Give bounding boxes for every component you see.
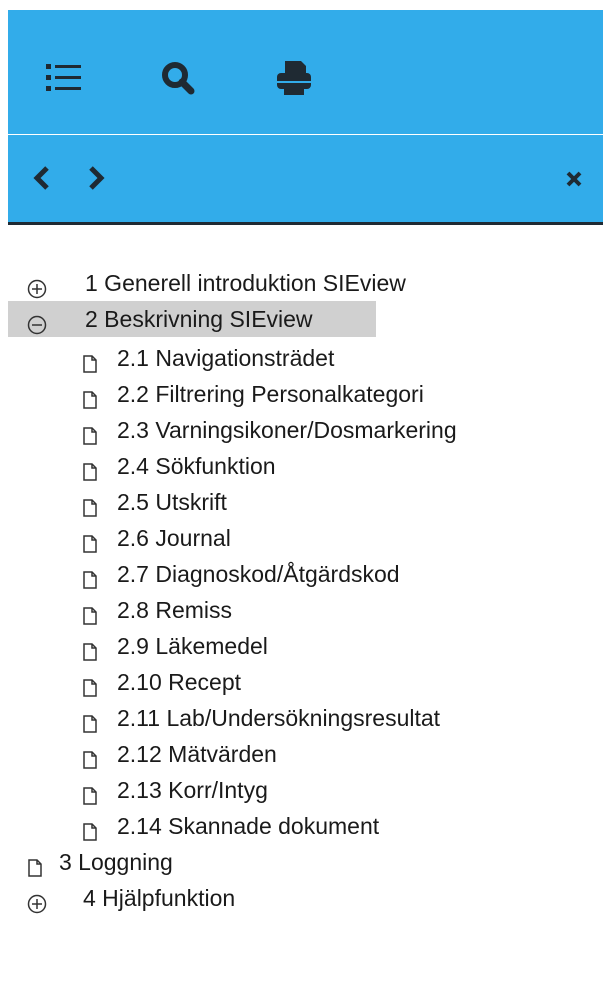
chevron-right-icon [89,166,105,190]
document-icon [80,420,100,445]
tree-item-label: 2.9 Läkemedel [117,633,268,659]
previous-button[interactable] [28,163,58,193]
print-icon [277,61,311,95]
navigation-bar [8,135,603,225]
tree-item-label: 2.13 Korr/Intyg [117,777,268,803]
document-icon [80,348,100,373]
document-icon [80,816,100,841]
collapse-icon[interactable] [27,309,47,335]
tree-item-label: 2.3 Varningsikoner/Dosmarkering [117,417,457,443]
main-toolbar [8,10,603,134]
tree-item-label: 2.7 Diagnoskod/Åtgärdskod [117,561,400,587]
toc-button[interactable] [44,58,84,98]
tree-item-2[interactable]: 2 Beskrivning SIEview [8,301,376,337]
close-icon [566,171,582,187]
document-icon [80,564,100,589]
tree-item-label: 2.12 Mätvärden [117,741,277,767]
tree-item-label: 2.11 Lab/Undersökningsresultat [117,705,441,731]
chevron-left-icon [33,166,49,190]
document-icon [80,492,100,517]
document-icon [80,384,100,409]
document-icon [80,708,100,733]
search-button[interactable] [158,58,198,98]
document-icon [80,600,100,625]
expand-icon[interactable] [27,273,47,299]
document-icon [25,852,45,877]
document-icon [80,780,100,805]
tree-item-label: 2.10 Recept [117,669,242,695]
search-icon [162,62,195,95]
document-icon [80,456,100,481]
tree-item-label: 2.6 Journal [117,525,231,551]
next-button[interactable] [80,163,110,193]
tree-item-label: 4 Hjälpfunktion [83,885,236,911]
list-icon [46,64,81,91]
document-icon [80,672,100,697]
tree-item-label: 2.14 Skannade dokument [117,813,380,839]
document-icon [80,528,100,553]
tree-item-label: 2.8 Remiss [117,597,233,623]
print-button[interactable] [274,58,314,98]
tree-item-label: 1 Generell introduktion SIEview [85,270,406,296]
close-button[interactable] [562,167,586,191]
tree-item-label: 2.4 Sökfunktion [117,453,276,479]
tree-item-label: 2.2 Filtrering Personalkategori [117,381,424,407]
document-icon [80,744,100,769]
document-icon [80,636,100,661]
expand-icon[interactable] [27,888,47,914]
tree-item-label: 2.5 Utskrift [117,489,227,515]
tree-item-label: 2.1 Navigationsträdet [117,345,335,371]
tree-item-label: 2 Beskrivning SIEview [85,306,313,332]
tree-item-label: 3 Loggning [59,849,173,875]
